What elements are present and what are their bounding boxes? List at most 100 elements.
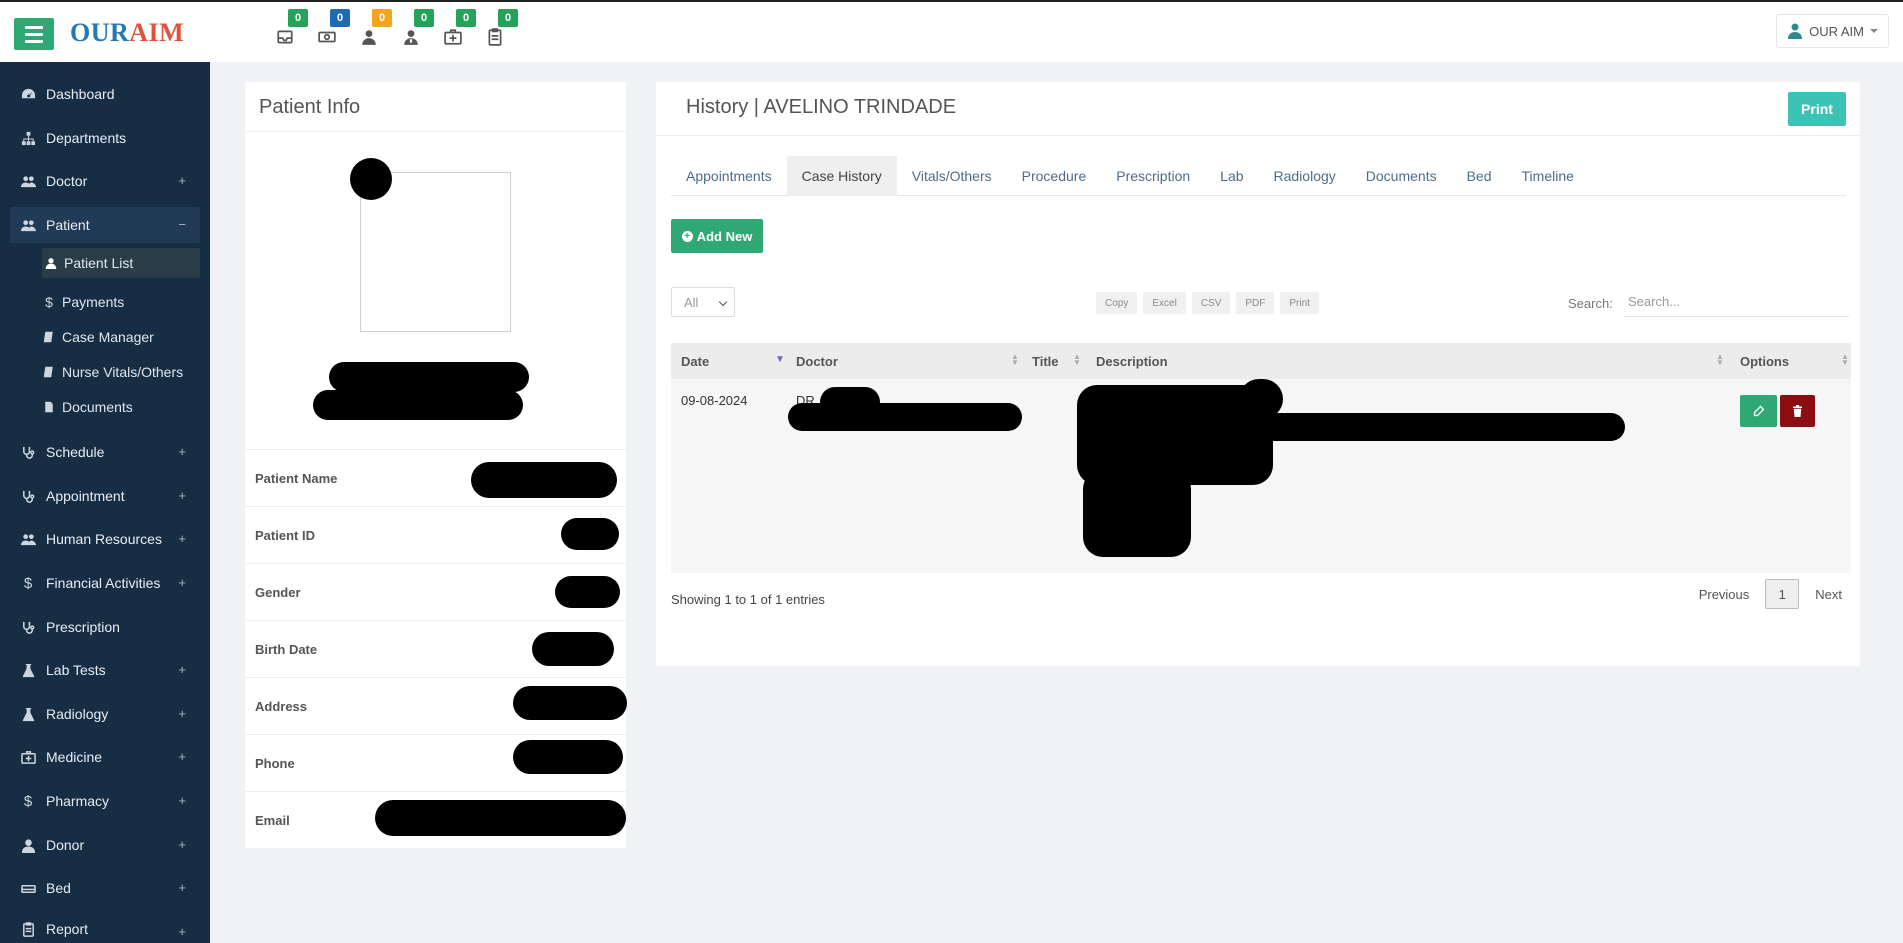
trash-icon <box>1793 405 1802 417</box>
page-1-button[interactable]: 1 <box>1765 579 1800 609</box>
sidebar-subitem-patient-list[interactable]: Patient List <box>42 248 200 278</box>
expand-plus-icon: + <box>178 531 186 546</box>
report-notification[interactable]: 0 <box>482 9 518 48</box>
history-tabs: Appointments Case History Vitals/Others … <box>671 156 1846 196</box>
medicine-notification[interactable]: 0 <box>440 9 476 48</box>
sidebar-item-departments[interactable]: Departments <box>10 120 200 156</box>
field-label: Email <box>255 812 290 828</box>
sidebar-subitem-documents[interactable]: Documents <box>42 392 200 422</box>
redaction-mark <box>1239 379 1283 419</box>
caret-down-icon <box>1870 29 1878 33</box>
inbox-icon <box>277 30 293 44</box>
stethoscope-icon <box>20 444 36 460</box>
expand-plus-icon: + <box>178 173 186 188</box>
tab-prescription[interactable]: Prescription <box>1101 156 1205 196</box>
edit-button[interactable] <box>1740 395 1777 427</box>
top-bar: OURAIM 0 0 0 0 0 0 OUR AIM <box>0 0 1903 62</box>
plus-circle-icon: + <box>681 230 693 242</box>
field-label: Gender <box>255 584 301 600</box>
sidebar-subitem-payments[interactable]: $ Payments <box>42 287 200 317</box>
expand-plus-icon: + <box>178 880 186 895</box>
tab-appointments[interactable]: Appointments <box>671 156 787 196</box>
sidebar-item-medicine[interactable]: Medicine + <box>10 739 200 775</box>
user-menu[interactable]: OUR AIM <box>1776 14 1889 48</box>
user-doctor-icon <box>1788 23 1803 39</box>
previous-page-button[interactable]: Previous <box>1699 587 1750 602</box>
column-header-date[interactable]: Date <box>681 343 709 379</box>
print-button[interactable]: Print <box>1788 92 1846 126</box>
redaction-mark <box>513 686 627 720</box>
sidebar-item-prescription[interactable]: Prescription <box>10 609 200 645</box>
sidebar-item-label: Radiology <box>46 706 109 722</box>
column-header-description[interactable]: Description <box>1096 343 1168 379</box>
delete-button[interactable] <box>1780 395 1815 427</box>
patient-notification[interactable]: 0 <box>356 9 392 48</box>
redaction-mark <box>1261 413 1625 441</box>
tab-documents[interactable]: Documents <box>1351 156 1452 196</box>
cell-date: 09-08-2024 <box>681 393 748 408</box>
flask-icon <box>20 706 36 722</box>
add-new-label: Add New <box>696 228 753 244</box>
column-header-title[interactable]: Title <box>1032 343 1059 379</box>
chevron-down-icon <box>718 297 728 307</box>
next-page-button[interactable]: Next <box>1815 587 1842 602</box>
table-header: Date ▼ Doctor ▲ ▼ Title ▲ ▼ Description ▲ ▼… <box>671 343 1851 379</box>
menu-toggle-button[interactable] <box>14 18 54 50</box>
users-icon <box>20 217 36 233</box>
history-title: History | AVELINO TRINDADE <box>686 96 957 118</box>
sidebar-item-doctor[interactable]: Doctor + <box>10 163 200 199</box>
sidebar-item-donor[interactable]: Donor + <box>10 827 200 863</box>
sidebar-item-lab-tests[interactable]: Lab Tests + <box>10 652 200 688</box>
expand-plus-icon: + <box>178 749 186 764</box>
inbox-notification[interactable]: 0 <box>272 9 308 48</box>
pdf-button[interactable]: PDF <box>1236 292 1275 314</box>
sidebar-item-label: Appointment <box>46 488 125 504</box>
sidebar-item-pharmacy[interactable]: $ Pharmacy + <box>10 783 200 819</box>
sidebar-item-financial-activities[interactable]: $ Financial Activities + <box>10 565 200 601</box>
tab-timeline[interactable]: Timeline <box>1507 156 1589 196</box>
tab-bed[interactable]: Bed <box>1452 156 1507 196</box>
sidebar-subitem-case-manager[interactable]: Case Manager <box>42 322 200 352</box>
copy-button[interactable]: Copy <box>1096 292 1138 314</box>
column-header-doctor[interactable]: Doctor <box>796 343 838 379</box>
sidebar-item-appointment[interactable]: Appointment + <box>10 478 200 514</box>
redaction-mark <box>561 518 619 550</box>
sidebar-item-radiology[interactable]: Radiology + <box>10 696 200 732</box>
sidebar-subitem-label: Documents <box>62 399 133 415</box>
user-icon <box>44 257 58 269</box>
entries-length-select[interactable]: All <box>671 287 735 317</box>
export-print-button[interactable]: Print <box>1280 292 1319 314</box>
csv-button[interactable]: CSV <box>1191 292 1231 314</box>
history-card: History | AVELINO TRINDADE Print Appoint… <box>656 82 1860 666</box>
sort-icon: ▲ ▼ <box>1716 352 1724 367</box>
doctor-notification[interactable]: 0 <box>398 9 434 48</box>
tab-lab[interactable]: Lab <box>1205 156 1258 196</box>
sidebar-item-patient[interactable]: Patient − <box>10 207 200 243</box>
sidebar-item-human-resources[interactable]: Human Resources + <box>10 521 200 557</box>
sidebar-item-bed[interactable]: Bed + <box>10 870 200 906</box>
hamburger-icon <box>25 25 43 29</box>
tab-procedure[interactable]: Procedure <box>1007 156 1102 196</box>
excel-button[interactable]: Excel <box>1143 292 1186 314</box>
redaction-mark <box>513 740 623 774</box>
tab-radiology[interactable]: Radiology <box>1259 156 1351 196</box>
tab-vitals-others[interactable]: Vitals/Others <box>897 156 1007 196</box>
add-new-button[interactable]: + Add New <box>671 219 763 253</box>
sidebar-item-dashboard[interactable]: Dashboard <box>10 76 200 112</box>
sidebar-item-label: Prescription <box>46 619 120 635</box>
users-icon <box>20 173 36 189</box>
search-label: Search: <box>1568 296 1613 311</box>
payments-notification[interactable]: 0 <box>314 9 350 48</box>
notification-badge: 0 <box>372 9 392 27</box>
patient-info-title: Patient Info <box>245 82 626 132</box>
entries-info: Showing 1 to 1 of 1 entries <box>671 592 825 607</box>
expand-plus-icon: + <box>178 706 186 721</box>
sidebar-item-schedule[interactable]: Schedule + <box>10 434 200 470</box>
search-input[interactable] <box>1624 287 1849 317</box>
sidebar-item-label: Doctor <box>46 173 88 189</box>
sidebar-item-report[interactable]: Report + <box>10 914 200 943</box>
sidebar-subitem-nurse-vitals[interactable]: Nurse Vitals/Others <box>42 357 200 387</box>
dollar-icon: $ <box>45 294 53 310</box>
logo[interactable]: OURAIM <box>70 18 184 48</box>
tab-case-history[interactable]: Case History <box>786 156 897 196</box>
